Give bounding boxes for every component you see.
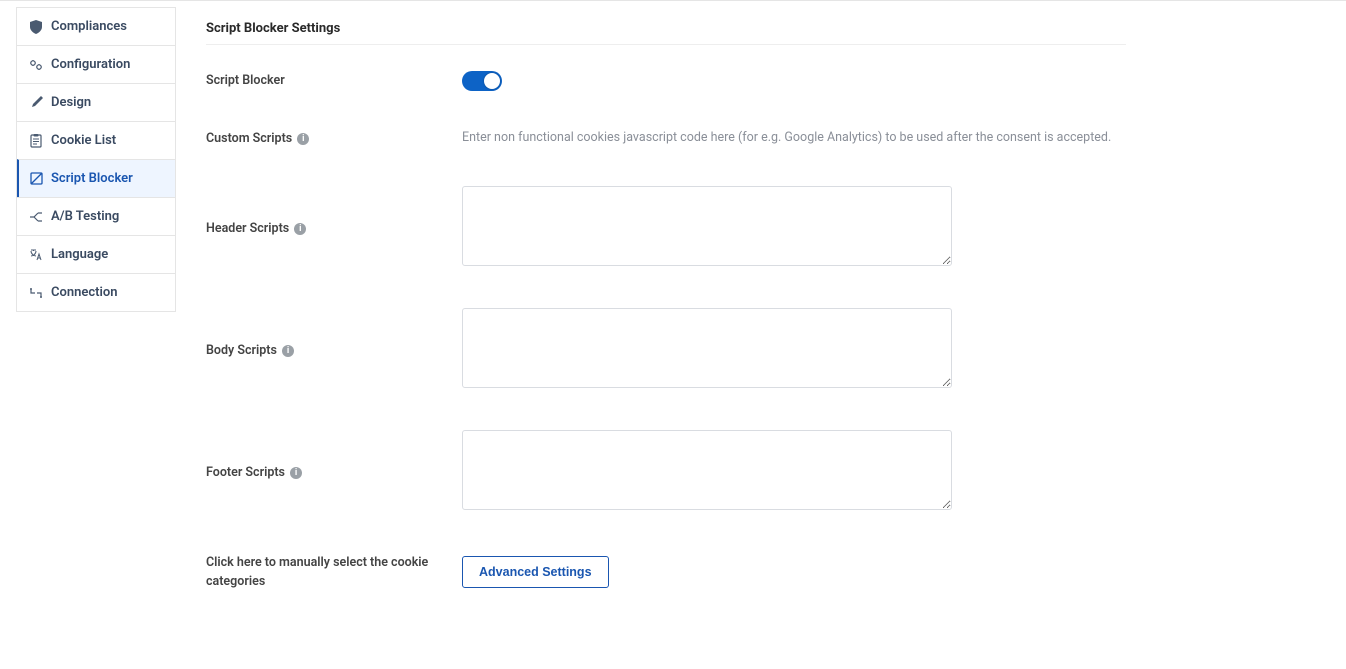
brush-icon <box>29 96 43 109</box>
toggle-knob <box>484 73 500 89</box>
row-script-blocker: Script Blocker <box>206 71 1126 91</box>
info-icon[interactable]: i <box>282 345 294 357</box>
custom-scripts-label: Custom Scripts i <box>206 129 462 146</box>
language-icon <box>29 249 43 261</box>
connection-icon <box>29 287 43 299</box>
custom-scripts-hint: Enter non functional cookies javascript … <box>462 129 1126 148</box>
body-scripts-label-text: Body Scripts <box>206 343 277 358</box>
sidebar-item-label: Language <box>51 247 108 262</box>
row-footer-scripts: Footer Scripts i <box>206 430 1126 514</box>
sidebar-item-label: Cookie List <box>51 133 116 148</box>
sidebar-item-label: Connection <box>51 285 118 300</box>
info-icon[interactable]: i <box>290 467 302 479</box>
page-title: Script Blocker Settings <box>206 21 1126 45</box>
shield-icon <box>29 20 43 34</box>
sidebar-item-script-blocker[interactable]: Script Blocker <box>17 159 175 197</box>
sidebar-item-label: Compliances <box>51 19 127 34</box>
sidebar-item-configuration[interactable]: Configuration <box>17 45 175 83</box>
info-icon[interactable]: i <box>297 133 309 145</box>
sidebar-item-label: Configuration <box>51 57 130 72</box>
block-icon <box>29 172 43 185</box>
footer-scripts-label: Footer Scripts i <box>206 463 462 480</box>
header-scripts-textarea[interactable] <box>462 186 952 266</box>
sidebar-item-design[interactable]: Design <box>17 83 175 121</box>
row-custom-scripts: Custom Scripts i Enter non functional co… <box>206 129 1126 148</box>
row-body-scripts: Body Scripts i <box>206 308 1126 392</box>
footer-scripts-label-text: Footer Scripts <box>206 465 285 480</box>
advanced-settings-button[interactable]: Advanced Settings <box>462 556 609 588</box>
row-header-scripts: Header Scripts i <box>206 186 1126 270</box>
sidebar-item-cookie-list[interactable]: Cookie List <box>17 121 175 159</box>
sidebar-item-connection[interactable]: Connection <box>17 273 175 311</box>
header-scripts-label-text: Header Scripts <box>206 221 289 236</box>
body-scripts-label: Body Scripts i <box>206 341 462 358</box>
row-advanced-settings: Click here to manually select the cookie… <box>206 552 1126 592</box>
sidebar: Compliances Configuration Design Cookie … <box>16 7 176 312</box>
header-scripts-label: Header Scripts i <box>206 219 462 236</box>
sidebar-item-language[interactable]: Language <box>17 235 175 273</box>
sidebar-item-compliances[interactable]: Compliances <box>17 7 175 45</box>
sidebar-item-label: Script Blocker <box>51 171 133 186</box>
clipboard-icon <box>29 134 43 148</box>
split-icon <box>29 211 43 223</box>
info-icon[interactable]: i <box>294 223 306 235</box>
sidebar-item-label: A/B Testing <box>51 209 119 224</box>
body-scripts-textarea[interactable] <box>462 308 952 388</box>
gears-icon <box>29 59 43 71</box>
sidebar-item-label: Design <box>51 95 91 110</box>
main-content: Script Blocker Settings Script Blocker C… <box>176 1 1156 669</box>
custom-scripts-label-text: Custom Scripts <box>206 131 292 146</box>
script-blocker-label: Script Blocker <box>206 71 462 88</box>
manual-select-label: Click here to manually select the cookie… <box>206 552 462 592</box>
script-blocker-toggle[interactable] <box>462 71 502 91</box>
page-container: Compliances Configuration Design Cookie … <box>0 0 1346 669</box>
sidebar-item-ab-testing[interactable]: A/B Testing <box>17 197 175 235</box>
footer-scripts-textarea[interactable] <box>462 430 952 510</box>
